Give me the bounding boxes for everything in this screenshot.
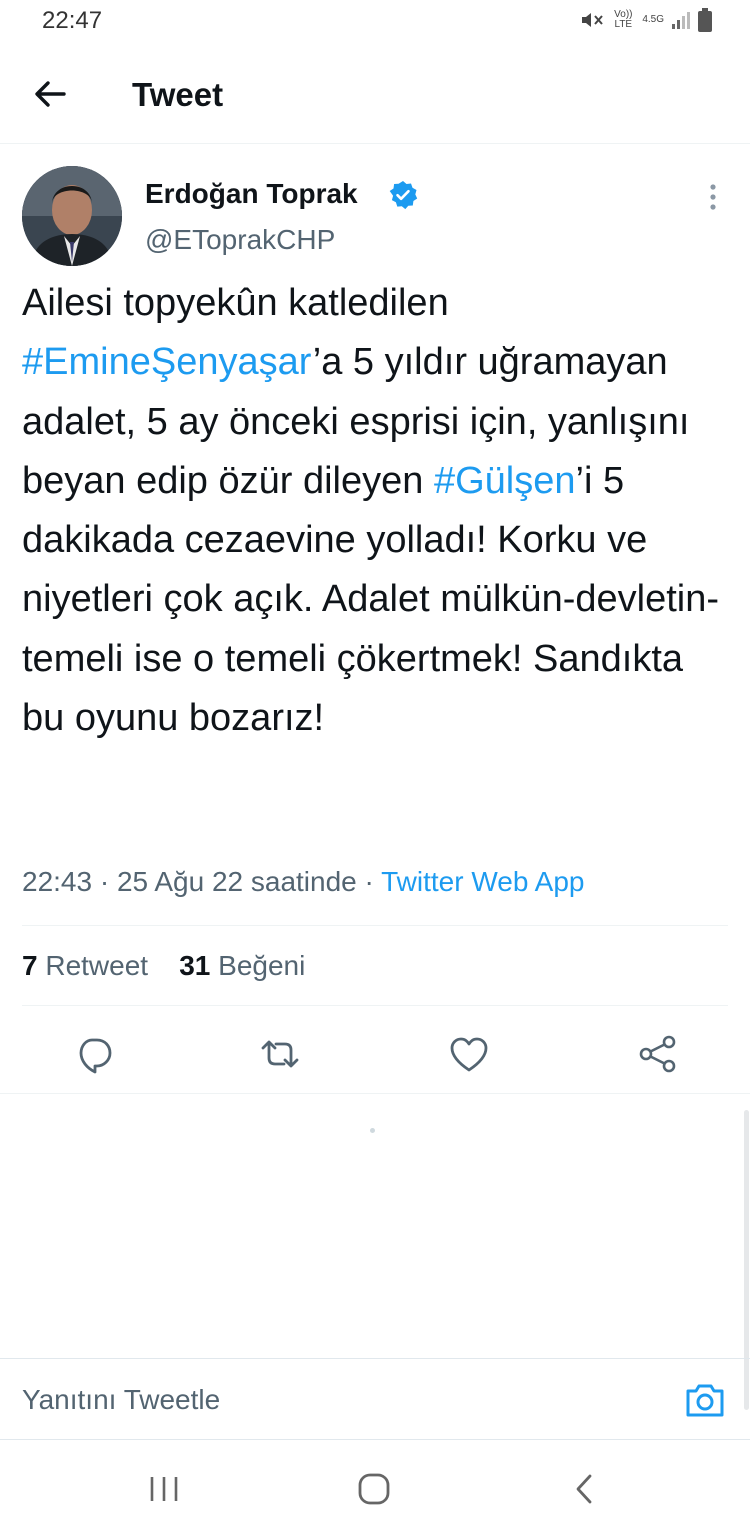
tweet-date[interactable]: 25 Ağu 22 saatinde bbox=[117, 866, 357, 897]
chevron-left-icon bbox=[576, 1474, 592, 1504]
header: Tweet bbox=[0, 44, 750, 144]
status-time: 22:47 bbox=[42, 7, 103, 34]
signal-icon bbox=[672, 12, 690, 29]
avatar-image bbox=[22, 166, 122, 266]
like-button[interactable] bbox=[447, 1032, 491, 1076]
verified-badge-icon bbox=[388, 180, 418, 210]
network-label: 4.5G bbox=[642, 14, 664, 25]
like-count: 31 bbox=[179, 950, 211, 981]
arrow-left-icon bbox=[35, 81, 66, 107]
loading-dot bbox=[370, 1128, 375, 1133]
recent-apps-button[interactable] bbox=[144, 1471, 184, 1507]
home-icon bbox=[358, 1473, 390, 1505]
reply-bar: Yanıtını Tweetle bbox=[0, 1358, 750, 1440]
reply-input[interactable]: Yanıtını Tweetle bbox=[22, 1384, 220, 1416]
retweet-button[interactable] bbox=[258, 1032, 302, 1076]
camera-icon bbox=[686, 1384, 724, 1417]
mute-icon bbox=[582, 13, 604, 27]
tweet-stats: 7 Retweet 31 Beğeni bbox=[22, 950, 305, 982]
like-stat[interactable]: 31 Beğeni bbox=[179, 950, 305, 981]
like-label: Beğeni bbox=[218, 950, 306, 981]
status-bar: 22:47 Vo)) LTE 4.5G bbox=[0, 0, 750, 44]
tweet-text-part: Ailesi topyekûn katledilen bbox=[22, 282, 449, 324]
hashtag-link[interactable]: #Gülşen bbox=[434, 460, 576, 502]
volte-label: Vo)) LTE bbox=[614, 9, 633, 30]
back-button[interactable] bbox=[30, 76, 70, 112]
author-handle[interactable]: @EToprakCHP bbox=[145, 224, 335, 256]
meta-separator: · bbox=[99, 866, 110, 897]
system-back-button[interactable] bbox=[566, 1471, 606, 1507]
reply-button[interactable] bbox=[72, 1032, 116, 1076]
share-icon bbox=[639, 1035, 676, 1073]
like-icon bbox=[450, 1037, 488, 1072]
retweet-count: 7 bbox=[22, 950, 38, 981]
retweet-label: Retweet bbox=[45, 950, 149, 981]
divider bbox=[0, 1093, 750, 1094]
battery-icon bbox=[698, 8, 712, 32]
divider bbox=[22, 1005, 728, 1006]
divider bbox=[22, 925, 728, 926]
meta-separator: · bbox=[364, 866, 374, 897]
tweet-text: Ailesi topyekûn katledilen #EmineŞenyaşa… bbox=[22, 274, 732, 748]
action-bar bbox=[0, 1024, 750, 1084]
more-options-icon[interactable] bbox=[700, 182, 726, 212]
retweet-stat[interactable]: 7 Retweet bbox=[22, 950, 148, 981]
camera-button[interactable] bbox=[684, 1381, 726, 1419]
share-button[interactable] bbox=[636, 1032, 680, 1076]
system-nav-bar bbox=[0, 1441, 750, 1536]
reply-icon bbox=[79, 1038, 112, 1074]
tweet-source-link[interactable]: Twitter Web App bbox=[381, 866, 584, 897]
avatar[interactable] bbox=[22, 166, 122, 266]
hashtag-link[interactable]: #EmineŞenyaşar bbox=[22, 341, 313, 383]
recent-apps-icon bbox=[150, 1477, 178, 1501]
tweet-meta: 22:43 · 25 Ağu 22 saatinde · Twitter Web… bbox=[22, 866, 584, 898]
retweet-icon bbox=[261, 1040, 299, 1068]
tweet-time[interactable]: 22:43 bbox=[22, 866, 92, 897]
status-icons: Vo)) LTE 4.5G bbox=[580, 8, 712, 32]
page-title: Tweet bbox=[132, 76, 224, 113]
home-button[interactable] bbox=[354, 1471, 394, 1507]
author-name[interactable]: Erdoğan Toprak bbox=[145, 178, 358, 210]
